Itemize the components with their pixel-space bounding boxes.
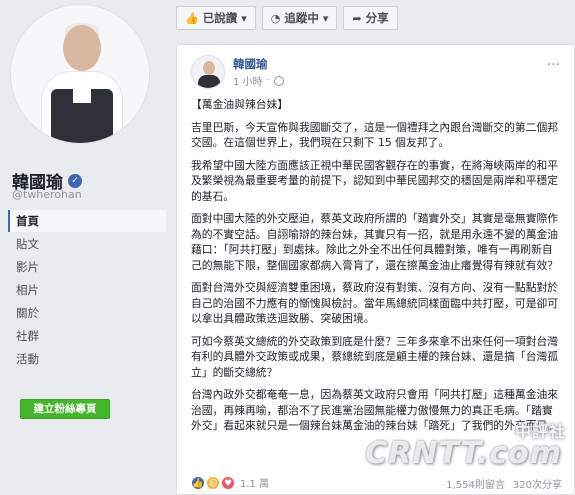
nav-item-photos[interactable]: 相片 [8, 279, 166, 301]
share-button[interactable]: ➦ 分享 [343, 6, 398, 30]
caret-down-icon: ▾ [322, 11, 329, 25]
following-button[interactable]: ◔ 追蹤中 ▾ [261, 6, 338, 30]
share-count[interactable]: 320次分享 [513, 476, 562, 491]
globe-icon[interactable] [273, 75, 284, 86]
reaction-count[interactable]: 1.1 萬 [240, 475, 269, 490]
post-timestamp[interactable]: 1 小時 [233, 73, 263, 88]
post-header: 韓國瑜 1 小時 · ··· [191, 55, 564, 91]
thumbs-up-icon: 👍 [185, 11, 199, 25]
liked-button[interactable]: 👍 已說讚 ▾ [176, 6, 256, 30]
page-action-bar: 👍 已說讚 ▾ ◔ 追蹤中 ▾ ➦ 分享 [176, 6, 398, 32]
post-footer: 👍 😆 ♥ 1.1 萬 1,554則留言 320次分享 [191, 475, 562, 493]
page-nav: 首頁 貼文 影片 相片 關於 社群 活動 [8, 210, 166, 371]
post-paragraph: 【萬金油與辣台妹】 [191, 98, 289, 111]
nav-item-posts[interactable]: 貼文 [8, 233, 166, 255]
nav-item-home[interactable]: 首頁 [8, 210, 166, 232]
post-body: 【萬金油與辣台妹】 吉里巴斯，今天宣佈與我國斷交了，這是一個禮拜之內跟台灣斷交的… [191, 97, 562, 441]
post-paragraph: 面對台灣外交與經濟雙重困境，蔡政府沒有對策、沒有方向、沒有一點點對於自己的治國不… [191, 281, 559, 325]
left-column: 韓國瑜 ✓ @twherohan 首頁 貼文 影片 相片 關於 社群 活動 建立… [0, 0, 168, 495]
profile-picture[interactable] [10, 4, 150, 144]
rss-icon: ◔ [270, 11, 281, 25]
post-paragraph: 可如今蔡英文總統的外交政策到底是什麼？三年多來拿不出來任何一項對台灣有利的具體外… [191, 334, 559, 379]
page-handle[interactable]: @twherohan [12, 188, 82, 201]
separator: · [266, 75, 270, 86]
post-paragraph: 吉里巴斯，今天宣佈與我國斷交了，這是一個禮拜之內跟台灣斷交的第二個邦交國。在這個… [191, 120, 559, 150]
like-reaction-icon: 👍 [191, 475, 205, 490]
haha-reaction-icon: 😆 [206, 475, 220, 490]
nav-item-about[interactable]: 關於 [8, 302, 166, 324]
verified-check-icon: ✓ [68, 173, 82, 188]
post-author-name[interactable]: 韓國瑜 [233, 56, 268, 72]
liked-label: 已說讚 [202, 11, 238, 25]
following-label: 追蹤中 [284, 11, 319, 25]
nav-item-videos[interactable]: 影片 [8, 256, 166, 278]
post-paragraph: 我希望中國大陸方面應該正視中華民國客觀存在的事實，在將海峽兩岸的和平及繁榮視為最… [191, 158, 559, 203]
love-reaction-icon: ♥ [221, 475, 235, 490]
more-dots-icon[interactable]: ··· [547, 57, 560, 73]
create-page-button[interactable]: 建立粉絲專頁 [20, 399, 110, 419]
post-stats: 1,554則留言 320次分享 [446, 476, 562, 491]
comment-count[interactable]: 1,554則留言 [446, 476, 505, 491]
post-meta: 1 小時 · [233, 73, 284, 88]
post-card: 韓國瑜 1 小時 · ··· 【萬金油與辣台妹】 吉里巴斯，今天宣佈與我國斷交了… [176, 44, 575, 495]
nav-item-community[interactable]: 社群 [8, 325, 166, 347]
nav-item-events[interactable]: 活動 [8, 348, 166, 370]
share-arrow-icon: ➦ [352, 11, 362, 25]
post-paragraph: 面對中國大陸的外交壓迫，蔡英文政府所謂的「踏實外交」其實是毫無實際作為的不實空話… [191, 212, 559, 272]
post-paragraph: 台灣內政外交都奄奄一息，因為蔡英文政府只會用「阿共打壓」這種萬金油來治國，再辣再… [191, 388, 559, 432]
post-author-avatar[interactable] [191, 55, 225, 89]
reaction-summary[interactable]: 👍 😆 ♥ 1.1 萬 [191, 475, 269, 490]
caret-down-icon: ▾ [241, 11, 247, 25]
share-label: 分享 [365, 11, 389, 25]
